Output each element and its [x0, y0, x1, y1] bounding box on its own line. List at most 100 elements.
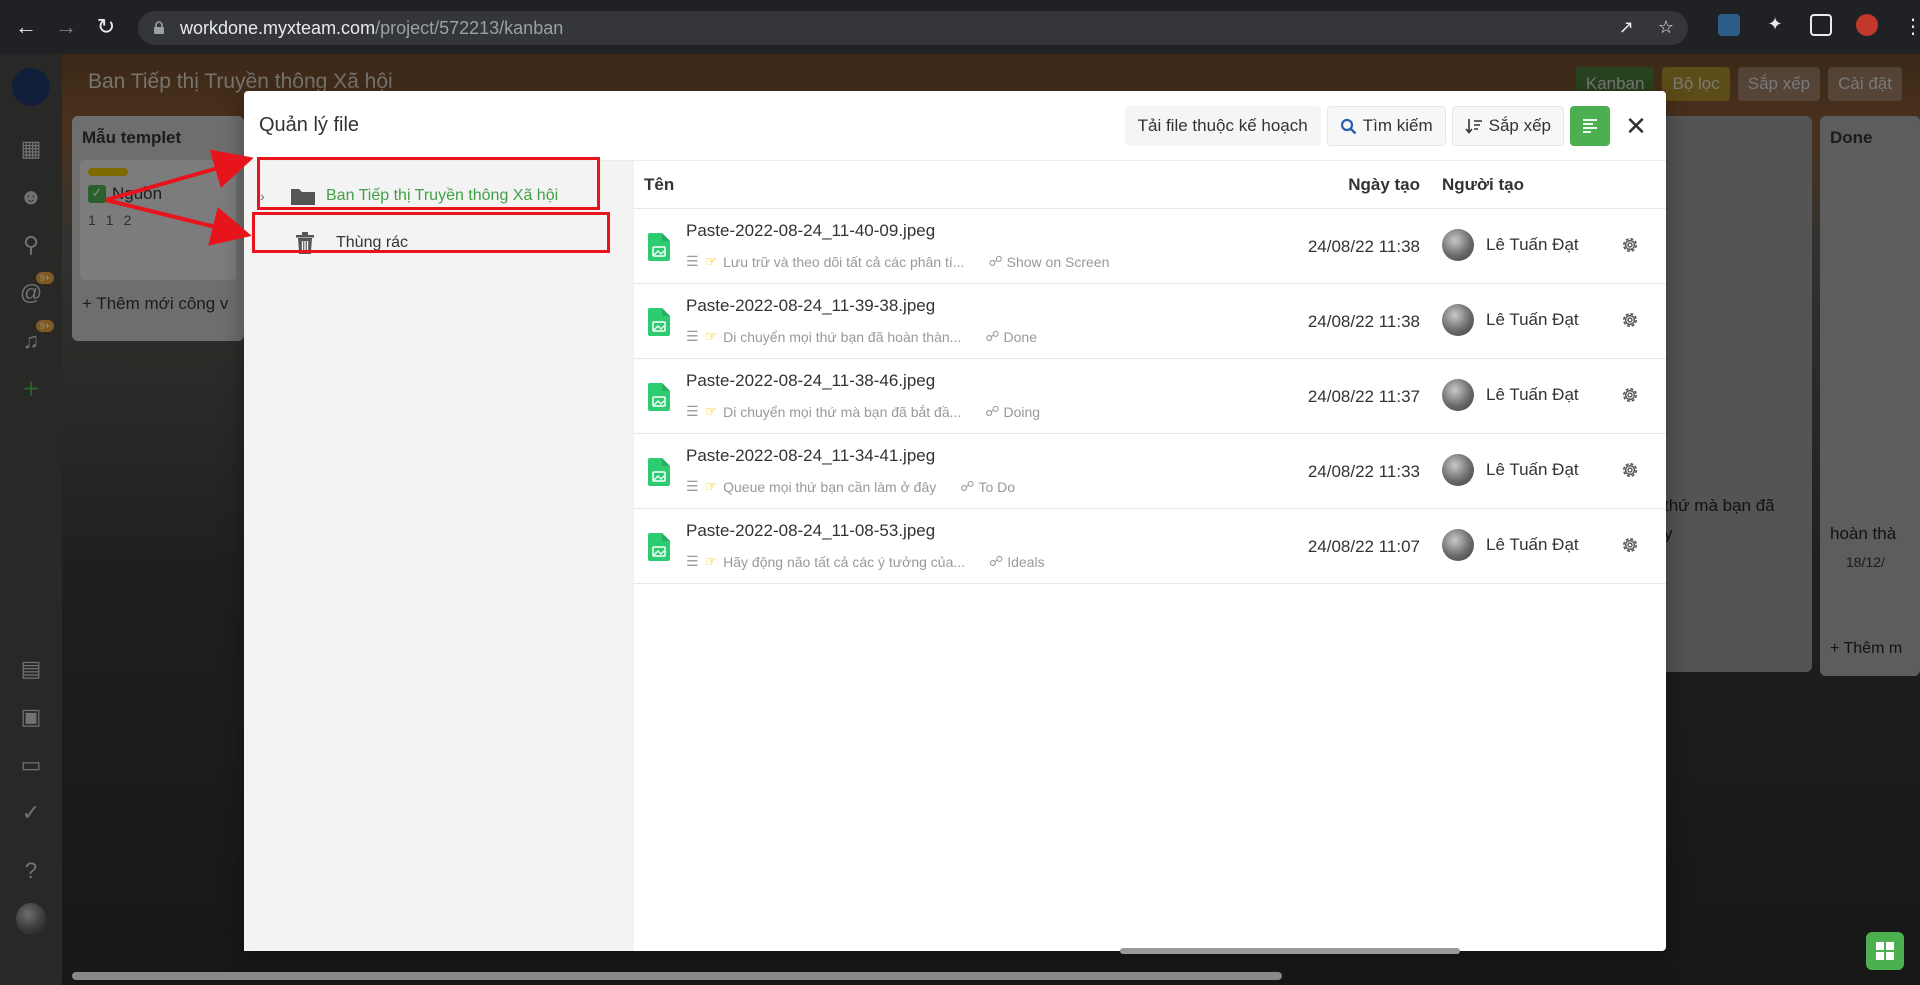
puzzle-icon[interactable]: ✦ — [1764, 14, 1786, 36]
column-header-creator[interactable]: Người tạo — [1442, 175, 1524, 195]
address-bar[interactable]: workdone.myxteam.com/project/572213/kanb… — [138, 11, 1688, 45]
sort-button[interactable]: Sắp xếp — [1451, 106, 1564, 146]
creator-name: Lê Tuấn Đạt — [1486, 310, 1579, 329]
reload-icon[interactable]: ↻ — [86, 7, 126, 47]
task-name[interactable]: Lưu trữ và theo dõi tất cả các phân tí..… — [723, 254, 964, 270]
horizontal-scrollbar[interactable] — [72, 972, 1282, 980]
back-icon[interactable]: ← — [6, 7, 46, 47]
file-list-header: Tên Ngày tạo Người tạo — [634, 161, 1666, 209]
sidepanel-icon[interactable] — [1810, 14, 1832, 36]
tag-icon: ☍ — [985, 403, 1000, 419]
hand-icon: ☞ — [704, 478, 718, 494]
modal-toolbar: Tải file thuộc kế hoạch Tìm kiếm Sắp xếp… — [1124, 106, 1656, 146]
file-row[interactable]: Paste-2022-08-24_11-34-41.jpeg ☰ ☞ Queue… — [634, 434, 1666, 509]
folder-tree: › Ban Tiếp thị Truyền thông Xã hội Thùng… — [244, 161, 634, 951]
search-button[interactable]: Tìm kiếm — [1326, 106, 1446, 146]
file-creator: Lê Tuấn Đạt — [1442, 454, 1579, 486]
share-icon[interactable]: ↗ — [1619, 17, 1634, 38]
file-name[interactable]: Paste-2022-08-24_11-39-38.jpeg — [686, 296, 935, 316]
annotation-box-trash — [252, 212, 610, 253]
annotation-box-project — [257, 157, 600, 210]
column-scrollbar[interactable] — [1120, 948, 1460, 954]
file-row[interactable]: Paste-2022-08-24_11-38-46.jpeg ☰ ☞ Di ch… — [634, 359, 1666, 434]
gear-icon[interactable] — [1620, 310, 1640, 330]
modal-header: Quản lý file Tải file thuộc kế hoạch Tìm… — [244, 91, 1666, 161]
modal-body: › Ban Tiếp thị Truyền thông Xã hội Thùng… — [244, 161, 1666, 951]
search-label: Tìm kiếm — [1362, 116, 1433, 135]
file-date: 24/08/22 11:33 — [1307, 462, 1420, 481]
tag: ☍ Doing — [985, 403, 1040, 420]
file-rows: Paste-2022-08-24_11-40-09.jpeg ☰ ☞ Lưu t… — [634, 209, 1666, 584]
browser-toolbar: ← → ↻ workdone.myxteam.com/project/57221… — [0, 0, 1920, 54]
forward-icon[interactable]: → — [46, 7, 86, 47]
file-creator: Lê Tuấn Đạt — [1442, 379, 1579, 411]
file-row[interactable]: Paste-2022-08-24_11-08-53.jpeg ☰ ☞ Hãy đ… — [634, 509, 1666, 584]
file-row[interactable]: Paste-2022-08-24_11-40-09.jpeg ☰ ☞ Lưu t… — [634, 209, 1666, 284]
avatar — [1442, 304, 1474, 336]
avatar — [1442, 529, 1474, 561]
tag-icon: ☍ — [985, 328, 1000, 344]
file-meta: ☰ ☞ Di chuyển mọi thứ mà bạn đã bắt đầ..… — [686, 403, 1040, 420]
file-date: 24/08/22 11:38 — [1307, 312, 1420, 331]
column-header-name[interactable]: Tên — [644, 175, 674, 195]
file-meta: ☰ ☞ Queue mọi thứ bạn cần làm ở đây ☍ To … — [686, 478, 1015, 495]
tree-panel-background — [244, 161, 634, 951]
extension-icon[interactable] — [1718, 14, 1740, 36]
tag-label: To Do — [978, 478, 1016, 495]
creator-name: Lê Tuấn Đạt — [1486, 460, 1579, 479]
menu-dots-icon[interactable]: ⋮ — [1902, 14, 1920, 38]
modal-title: Quản lý file — [259, 114, 360, 136]
list-view-button[interactable] — [1570, 106, 1610, 146]
file-creator: Lê Tuấn Đạt — [1442, 529, 1579, 561]
column-header-date[interactable]: Ngày tạo — [1348, 175, 1420, 195]
hand-icon: ☞ — [704, 553, 718, 569]
task-name[interactable]: Queue mọi thứ bạn cần làm ở đây — [723, 479, 936, 495]
file-name[interactable]: Paste-2022-08-24_11-34-41.jpeg — [686, 446, 935, 466]
image-file-icon — [648, 533, 670, 561]
gear-icon[interactable] — [1620, 535, 1640, 555]
task-list-icon: ☰ — [686, 553, 699, 569]
file-name[interactable]: Paste-2022-08-24_11-38-46.jpeg — [686, 371, 935, 391]
search-icon — [1340, 118, 1357, 134]
image-file-icon — [648, 308, 670, 336]
gear-icon[interactable] — [1620, 385, 1640, 405]
lock-icon — [154, 21, 164, 34]
file-meta: ☰ ☞ Hãy động não tất cả các ý tưởng của.… — [686, 553, 1045, 570]
upload-files-button[interactable]: Tải file thuộc kế hoạch — [1124, 106, 1321, 146]
tag-icon: ☍ — [989, 553, 1004, 569]
gear-icon[interactable] — [1620, 235, 1640, 255]
task-name[interactable]: Hãy động não tất cả các ý tưởng của... — [723, 554, 965, 570]
hand-icon: ☞ — [704, 253, 718, 269]
task-list-icon: ☰ — [686, 478, 699, 494]
file-name[interactable]: Paste-2022-08-24_11-08-53.jpeg — [686, 521, 935, 541]
file-creator: Lê Tuấn Đạt — [1442, 229, 1579, 261]
sort-icon — [1465, 119, 1482, 134]
task-list-icon: ☰ — [686, 403, 699, 419]
file-name[interactable]: Paste-2022-08-24_11-40-09.jpeg — [686, 221, 935, 241]
tag-icon: ☍ — [988, 253, 1003, 269]
task-list-icon: ☰ — [686, 253, 699, 269]
bookmark-star-icon[interactable]: ☆ — [1658, 17, 1674, 38]
url-text: workdone.myxteam.com/project/572213/kanb… — [180, 17, 564, 38]
list-view-icon — [1583, 119, 1597, 133]
profile-avatar[interactable] — [1856, 14, 1878, 36]
task-name[interactable]: Di chuyển mọi thứ mà bạn đã bắt đầ... — [723, 404, 961, 420]
avatar — [1442, 454, 1474, 486]
task-list-icon: ☰ — [686, 328, 699, 344]
hand-icon: ☞ — [704, 403, 718, 419]
avatar — [1442, 379, 1474, 411]
task-name[interactable]: Di chuyển mọi thứ bạn đã hoàn thàn... — [723, 329, 961, 345]
close-modal-button[interactable]: ✕ — [1616, 106, 1656, 146]
file-meta: ☰ ☞ Lưu trữ và theo dõi tất cả các phân … — [686, 253, 1109, 270]
tag: ☍ Show on Screen — [988, 253, 1109, 270]
sort-label: Sắp xếp — [1488, 116, 1551, 135]
tag-label: Ideals — [1007, 553, 1045, 570]
apps-grid-button[interactable] — [1866, 932, 1904, 970]
file-date: 24/08/22 11:38 — [1307, 237, 1420, 256]
tag: ☍ Ideals — [989, 553, 1045, 570]
tag: ☍ To Do — [960, 478, 1015, 495]
gear-icon[interactable] — [1620, 460, 1640, 480]
tag-icon: ☍ — [960, 478, 975, 494]
tag-label: Show on Screen — [1006, 253, 1110, 270]
file-row[interactable]: Paste-2022-08-24_11-39-38.jpeg ☰ ☞ Di ch… — [634, 284, 1666, 359]
